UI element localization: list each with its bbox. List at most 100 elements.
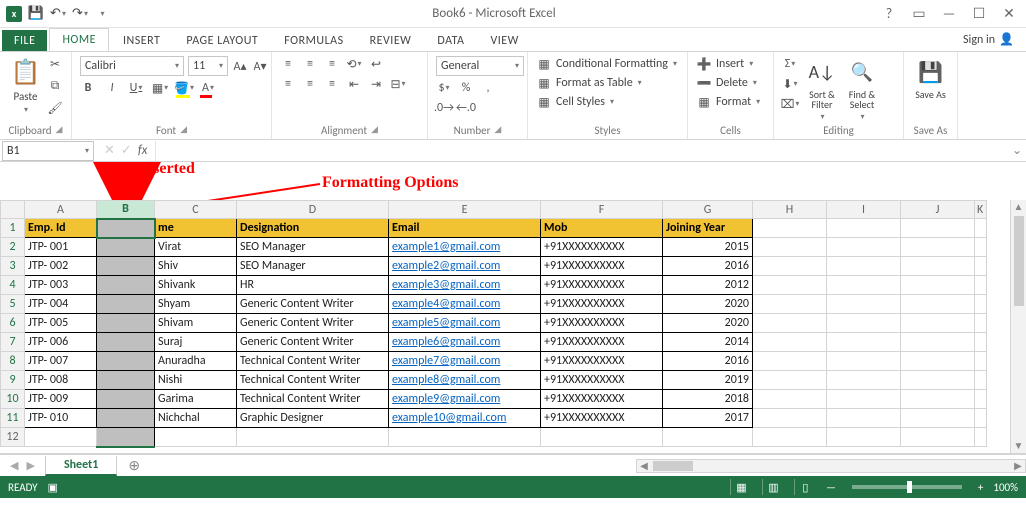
cell-G6[interactable]: 2020 bbox=[663, 314, 753, 333]
conditional-formatting-button[interactable]: ▦Conditional Formatting▾ bbox=[536, 56, 677, 72]
redo-icon[interactable]: ↷▾ bbox=[72, 6, 88, 22]
cell-I9[interactable] bbox=[827, 371, 901, 390]
cell-H4[interactable] bbox=[753, 276, 827, 295]
cell-J10[interactable] bbox=[901, 390, 975, 409]
cell-J7[interactable] bbox=[901, 333, 975, 352]
decrease-indent-icon[interactable]: ⇤ bbox=[346, 76, 362, 92]
cell-C6[interactable]: Shivam bbox=[155, 314, 237, 333]
cell-E7[interactable]: example6@gmail.com bbox=[389, 333, 541, 352]
copy-icon[interactable]: ⧉ bbox=[47, 78, 63, 94]
sort-filter-button[interactable]: A↓ Sort & Filter▾ bbox=[802, 56, 842, 122]
formula-bar-input[interactable] bbox=[155, 141, 1008, 161]
fill-icon[interactable]: ⬇▾ bbox=[782, 76, 798, 92]
cell-J11[interactable] bbox=[901, 409, 975, 428]
column-header-K[interactable]: K bbox=[975, 201, 987, 219]
cell-D7[interactable]: Generic Content Writer bbox=[237, 333, 389, 352]
cell-J6[interactable] bbox=[901, 314, 975, 333]
cell-B9[interactable] bbox=[97, 371, 155, 390]
insert-cells-button[interactable]: ➕Insert▾ bbox=[696, 56, 753, 72]
cell-C7[interactable]: Suraj bbox=[155, 333, 237, 352]
qat-customize-icon[interactable]: ▾ bbox=[94, 6, 110, 22]
cell-F5[interactable]: +91XXXXXXXXXX bbox=[541, 295, 663, 314]
cell-C2[interactable]: Virat bbox=[155, 238, 237, 257]
autosum-icon[interactable]: Σ▾ bbox=[782, 56, 798, 72]
cell-E8[interactable]: example7@gmail.com bbox=[389, 352, 541, 371]
cell-E2[interactable]: example1@gmail.com bbox=[389, 238, 541, 257]
increase-font-icon[interactable]: A▴ bbox=[232, 58, 248, 74]
cell-A2[interactable]: JTP- 001 bbox=[25, 238, 97, 257]
cell-B12[interactable] bbox=[97, 428, 155, 447]
merge-center-icon[interactable]: ⊟▾ bbox=[390, 76, 406, 92]
cell-D8[interactable]: Technical Content Writer bbox=[237, 352, 389, 371]
row-header-4[interactable]: 4 bbox=[1, 276, 25, 295]
zoom-slider[interactable] bbox=[852, 485, 962, 489]
cell-G1[interactable]: Joining Year bbox=[663, 219, 753, 238]
increase-decimal-icon[interactable]: .0→ bbox=[436, 100, 452, 116]
cell-H10[interactable] bbox=[753, 390, 827, 409]
cell-E10[interactable]: example9@gmail.com bbox=[389, 390, 541, 409]
row-header-3[interactable]: 3 bbox=[1, 257, 25, 276]
sheet-tab[interactable]: Sheet1 bbox=[45, 456, 117, 476]
cell-H11[interactable] bbox=[753, 409, 827, 428]
column-header-D[interactable]: D bbox=[237, 201, 389, 219]
cell-F1[interactable]: Mob bbox=[541, 219, 663, 238]
tab-file[interactable]: FILE bbox=[2, 30, 47, 51]
cell-D11[interactable]: Graphic Designer bbox=[237, 409, 389, 428]
cell-E4[interactable]: example3@gmail.com bbox=[389, 276, 541, 295]
italic-icon[interactable]: I bbox=[104, 80, 120, 96]
cell-D9[interactable]: Technical Content Writer bbox=[237, 371, 389, 390]
cell-I5[interactable] bbox=[827, 295, 901, 314]
cell-C11[interactable]: Nichchal bbox=[155, 409, 237, 428]
zoom-in-icon[interactable]: + bbox=[978, 481, 983, 494]
cell-E1[interactable]: Email bbox=[389, 219, 541, 238]
cell-F9[interactable]: +91XXXXXXXXXX bbox=[541, 371, 663, 390]
name-box[interactable]: B1 ▾ bbox=[2, 141, 94, 161]
cell-G10[interactable]: 2018 bbox=[663, 390, 753, 409]
cell-I11[interactable] bbox=[827, 409, 901, 428]
row-header-8[interactable]: 8 bbox=[1, 352, 25, 371]
formula-bar-expand-icon[interactable]: ⌄ bbox=[1008, 143, 1026, 158]
sheet-nav-prev-icon[interactable]: ◀ bbox=[10, 459, 18, 472]
undo-icon[interactable]: ↶▾ bbox=[50, 6, 66, 22]
align-center-icon[interactable]: ≡ bbox=[302, 76, 318, 92]
select-all-corner[interactable] bbox=[1, 201, 25, 219]
cell-H3[interactable] bbox=[753, 257, 827, 276]
scroll-thumb[interactable] bbox=[653, 461, 693, 471]
dialog-launcher-icon[interactable]: ◢ bbox=[371, 124, 378, 137]
cell-A10[interactable]: JTP- 009 bbox=[25, 390, 97, 409]
cell-G8[interactable]: 2016 bbox=[663, 352, 753, 371]
cell-J4[interactable] bbox=[901, 276, 975, 295]
row-header-11[interactable]: 11 bbox=[1, 409, 25, 428]
cell-I8[interactable] bbox=[827, 352, 901, 371]
zoom-out-icon[interactable]: — bbox=[826, 481, 836, 494]
minimize-icon[interactable]: — bbox=[938, 5, 960, 22]
cell-F4[interactable]: +91XXXXXXXXXX bbox=[541, 276, 663, 295]
cell-J9[interactable] bbox=[901, 371, 975, 390]
cell-H5[interactable] bbox=[753, 295, 827, 314]
cell-F7[interactable]: +91XXXXXXXXXX bbox=[541, 333, 663, 352]
column-header-J[interactable]: J bbox=[901, 201, 975, 219]
cancel-formula-icon[interactable]: ✕ bbox=[104, 143, 115, 158]
cell-G2[interactable]: 2015 bbox=[663, 238, 753, 257]
increase-indent-icon[interactable]: ⇥ bbox=[368, 76, 384, 92]
cell-J1[interactable] bbox=[901, 219, 975, 238]
comma-format-icon[interactable]: , bbox=[480, 80, 496, 96]
cell-C4[interactable]: Shivank bbox=[155, 276, 237, 295]
enter-formula-icon[interactable]: ✓ bbox=[121, 143, 132, 158]
cell-G3[interactable]: 2016 bbox=[663, 257, 753, 276]
align-left-icon[interactable]: ≡ bbox=[280, 76, 296, 92]
cell-C9[interactable]: Nishi bbox=[155, 371, 237, 390]
save-icon[interactable]: 💾 bbox=[28, 6, 44, 22]
cell-B6[interactable] bbox=[97, 314, 155, 333]
ribbon-display-icon[interactable]: ▭ bbox=[908, 5, 930, 22]
cell-B4[interactable] bbox=[97, 276, 155, 295]
cell-F3[interactable]: +91XXXXXXXXXX bbox=[541, 257, 663, 276]
cell-B10[interactable] bbox=[97, 390, 155, 409]
column-header-G[interactable]: G bbox=[663, 201, 753, 219]
cell-F6[interactable]: +91XXXXXXXXXX bbox=[541, 314, 663, 333]
cell-A6[interactable]: JTP- 005 bbox=[25, 314, 97, 333]
tab-home[interactable]: HOME bbox=[49, 28, 109, 51]
tab-review[interactable]: REVIEW bbox=[358, 30, 424, 51]
wrap-text-icon[interactable]: ↩ bbox=[368, 56, 384, 72]
cell-H2[interactable] bbox=[753, 238, 827, 257]
